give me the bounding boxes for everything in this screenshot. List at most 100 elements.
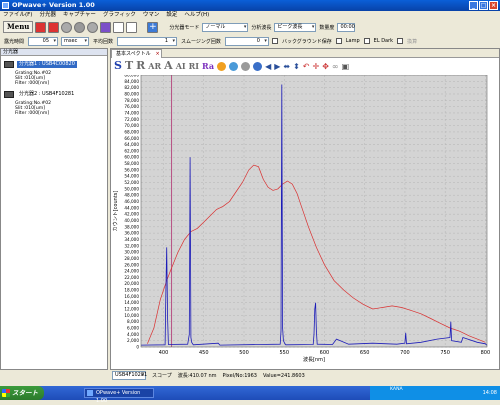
menu-button[interactable]: Menu — [3, 21, 34, 33]
arrow-left-icon[interactable]: ◀ — [265, 62, 271, 71]
start-label: スタート — [12, 389, 38, 397]
maximize-button[interactable]: □ — [479, 1, 488, 10]
wave-select[interactable]: ピーク波長 — [274, 22, 317, 32]
x-tick-label: 700 — [400, 350, 410, 356]
y-tick-label: 32,000 — [124, 243, 139, 248]
y-tick-label: 22,000 — [124, 275, 139, 280]
circle-icon-2[interactable] — [74, 21, 86, 33]
menu-settings[interactable]: 設定 — [166, 11, 177, 20]
device-filter: Filter :000[nm] — [15, 111, 50, 116]
spectrum-svg: 02,0004,0006,0008,00010,00012,00014,0001… — [112, 73, 491, 364]
record-icon[interactable] — [35, 21, 47, 33]
spectrometer-icon — [4, 61, 14, 68]
start-button[interactable]: スタート — [0, 386, 44, 400]
y-tick-label: 46,000 — [124, 199, 139, 204]
y-tick-label: 56,000 — [124, 167, 139, 172]
circle-icon-3[interactable] — [87, 21, 99, 33]
eldark-label: EL Dark — [373, 38, 394, 44]
tab-basic-spectrum[interactable]: 基本スペクトル × — [111, 48, 162, 58]
spectrum-pane: 基本スペクトル × S T R AR A AI RI Ra ◀ ▶ ⬌ ⬍ ↶ … — [110, 48, 500, 370]
ref-checkbox[interactable] — [397, 38, 404, 44]
bg-checkbox[interactable] — [271, 38, 278, 44]
x-tick-label: 800 — [481, 350, 491, 356]
arrow-right-icon[interactable]: ▶ — [274, 62, 280, 71]
zoom-in-icon[interactable]: ⬌ — [283, 62, 290, 71]
r-mode-icon[interactable]: R — [136, 59, 145, 73]
tab-label: 基本スペクトル — [116, 50, 151, 57]
y-tick-label: 14,000 — [124, 300, 139, 305]
x-tick-label: 650 — [360, 350, 370, 356]
mode-select[interactable]: ノーマル — [202, 22, 249, 32]
title-bar: OPwave+ Version 1.00 _ □ × — [0, 0, 500, 11]
undo-icon[interactable]: ↶ — [303, 62, 310, 71]
device-label[interactable]: 分光器2 : USB4F10281 — [17, 91, 76, 98]
menu-help[interactable]: ヘルプ(H) — [184, 11, 209, 20]
status-device-select[interactable]: USB4F10281 — [112, 371, 147, 380]
menu-graphic[interactable]: グラフィック — [103, 11, 136, 20]
menu-file[interactable]: ファイル(F) — [3, 11, 32, 20]
device-label[interactable]: 分光器1 : USB4C00820 — [17, 61, 77, 68]
y-tick-label: 40,000 — [124, 218, 139, 223]
x-tick-label: 500 — [239, 350, 249, 356]
smooth-input[interactable]: 0 — [224, 36, 269, 46]
exposure-unit-select[interactable]: msec — [61, 36, 90, 46]
gray-circle-icon[interactable] — [241, 61, 251, 71]
taskbar-item[interactable]: OPwave+ Version 1.00 — [84, 388, 154, 404]
y-tick-label: 26,000 — [124, 262, 139, 267]
sun-icon[interactable] — [217, 61, 227, 71]
camera-icon[interactable]: ▣ — [342, 62, 350, 71]
ai-mode-icon[interactable]: AI — [176, 59, 186, 73]
add-icon[interactable]: + — [147, 21, 159, 33]
menu-uman[interactable]: ウマン — [143, 11, 160, 20]
x-axis-label: 波長[nm] — [303, 356, 325, 363]
ra-mode-icon[interactable]: Ra — [202, 59, 214, 73]
crosshair-icon[interactable]: ✛ — [312, 62, 319, 71]
save-icon[interactable] — [100, 21, 112, 33]
ar-mode-icon[interactable]: AR — [148, 59, 161, 73]
globe-icon[interactable] — [253, 61, 263, 71]
color-icon[interactable] — [229, 61, 239, 71]
t-mode-icon[interactable]: T — [125, 59, 133, 73]
app-icon — [2, 2, 9, 9]
circle-icon[interactable] — [61, 21, 73, 33]
status-bar: USB4F10281 スコープ 波長:410.07 nm Pixel/No:19… — [110, 371, 500, 380]
exposure-input[interactable]: 05 — [28, 36, 59, 46]
monitor-icon[interactable] — [113, 21, 125, 33]
x-tick-label: 400 — [159, 350, 169, 356]
count-input[interactable]: 00:00 — [337, 22, 356, 32]
lamp-checkbox[interactable] — [335, 38, 342, 44]
eldark-checkbox[interactable] — [363, 38, 370, 44]
status-pixel: Pixel/No:1963 — [222, 372, 257, 379]
menu-spectrometer[interactable]: 分光器 — [39, 11, 56, 20]
y-tick-label: 34,000 — [124, 237, 139, 242]
document-icon[interactable] — [126, 21, 138, 33]
main-toolbar: Menu + 分光器モード ノーマル 分析波長 ピーク波長 数量度 00:00 — [0, 20, 500, 34]
y-tick-label: 54,000 — [124, 174, 139, 179]
move-icon[interactable]: ✥ — [322, 62, 329, 71]
y-tick-label: 38,000 — [124, 224, 139, 229]
menu-capture[interactable]: キャプチャー — [63, 11, 96, 20]
y-tick-label: 58,000 — [124, 161, 139, 166]
stop-icon[interactable] — [48, 21, 60, 33]
y-tick-label: 76,000 — [124, 104, 139, 109]
exposure-label: 露光時間 — [4, 38, 25, 45]
zoom-out-icon[interactable]: ⬍ — [293, 62, 300, 71]
a-mode-icon[interactable]: A — [164, 59, 173, 73]
link-icon[interactable]: ∞ — [332, 62, 339, 71]
x-tick-label: 750 — [440, 350, 450, 356]
close-icon[interactable]: × — [155, 50, 159, 58]
y-tick-label: 42,000 — [124, 212, 139, 217]
spectrometer-icon — [4, 91, 14, 98]
smooth-label: スムージング回数 — [181, 38, 221, 45]
s-mode-icon[interactable]: S — [114, 59, 122, 73]
y-tick-label: 28,000 — [124, 256, 139, 261]
spectrum-toolbar: S T R AR A AI RI Ra ◀ ▶ ⬌ ⬍ ↶ ✛ ✥ ∞ ▣ — [111, 58, 499, 74]
minimize-button[interactable]: _ — [469, 1, 478, 10]
ri-mode-icon[interactable]: RI — [189, 59, 199, 73]
menu-bar: ファイル(F) 分光器 キャプチャー グラフィック ウマン 設定 ヘルプ(H) — [0, 11, 500, 20]
acquisition-settings: 露光時間 05 msec 平均回数 1 スムージング回数 0 バックグラウンド保… — [0, 35, 500, 47]
y-tick-label: 60,000 — [124, 155, 139, 160]
x-tick-label: 600 — [320, 350, 330, 356]
close-button[interactable]: × — [489, 1, 498, 10]
avg-input[interactable]: 1 — [117, 36, 178, 46]
